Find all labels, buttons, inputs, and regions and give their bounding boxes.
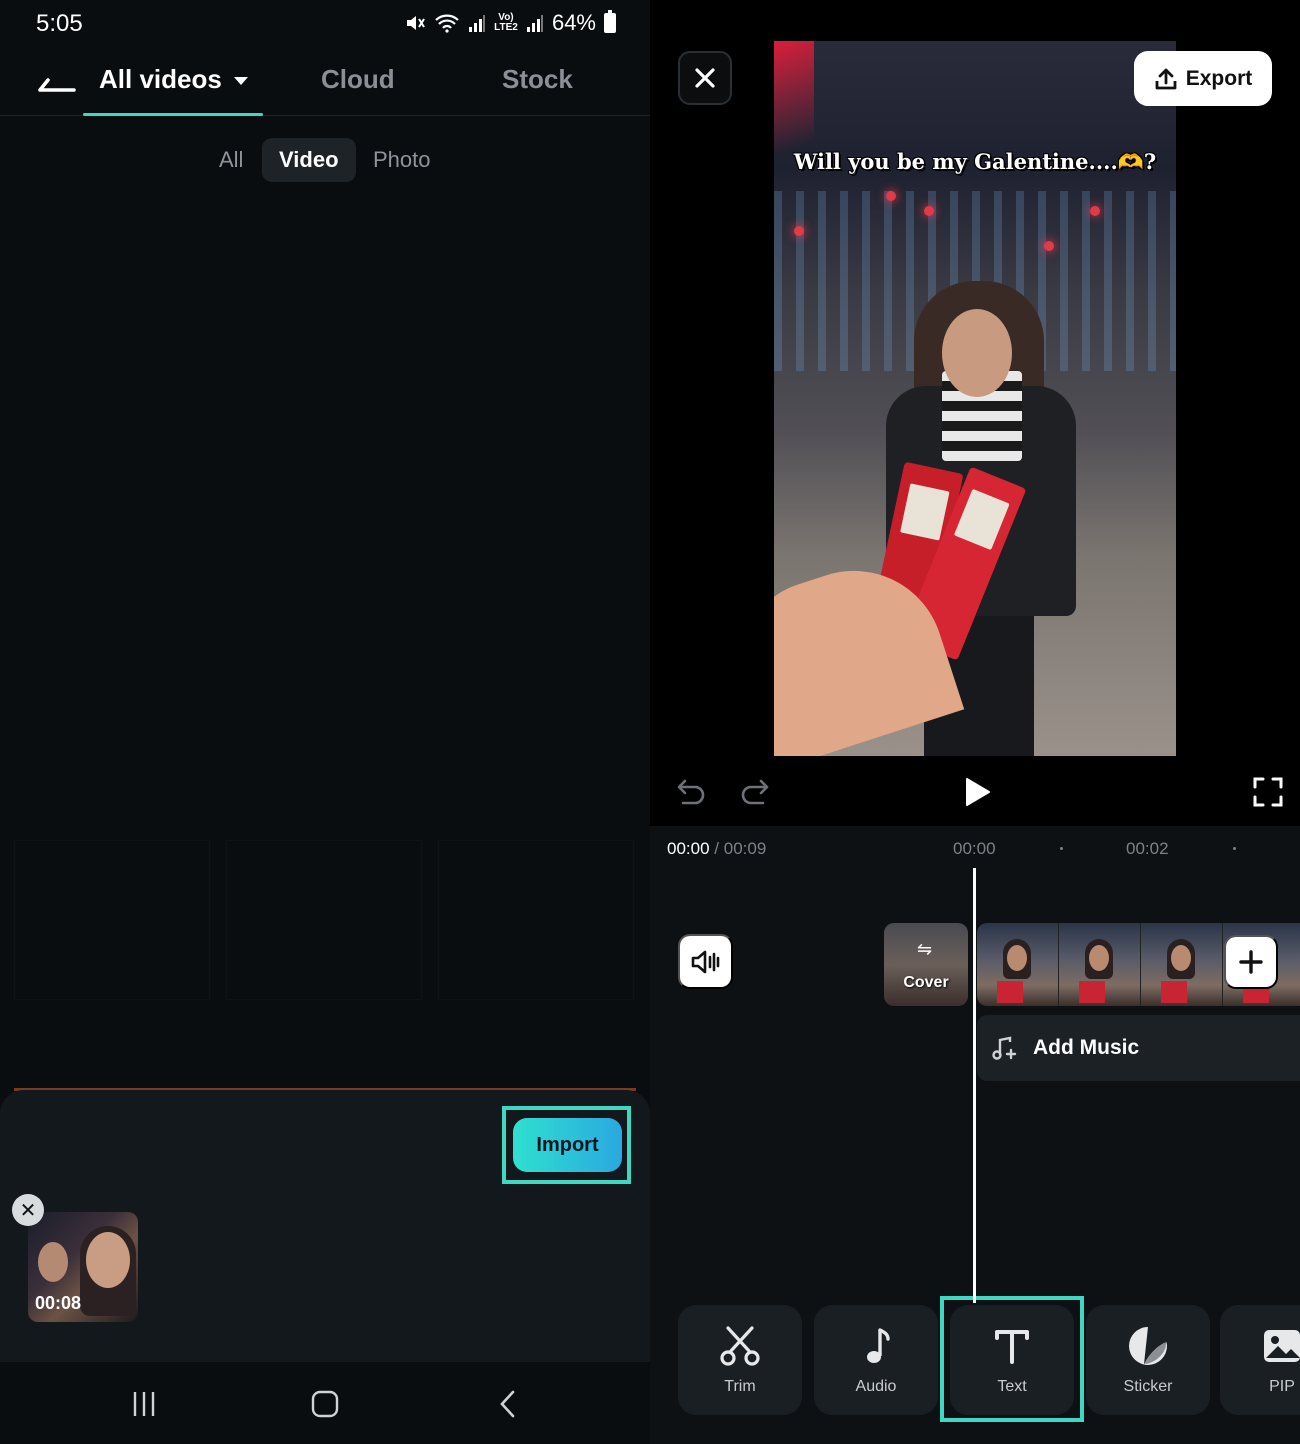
close-icon bbox=[695, 68, 715, 88]
export-label: Export bbox=[1185, 66, 1253, 90]
ruler-label: 00:00 bbox=[953, 839, 996, 858]
export-button[interactable]: Export bbox=[1134, 51, 1272, 106]
play-icon[interactable] bbox=[954, 770, 998, 814]
tool-pip[interactable]: PIP bbox=[1220, 1305, 1300, 1415]
import-button[interactable]: Import bbox=[513, 1118, 622, 1172]
library-tabs: All videos Cloud Stock bbox=[0, 50, 650, 116]
lte-icon: Vo) LTE2 bbox=[494, 12, 518, 33]
tool-audio[interactable]: Audio bbox=[814, 1305, 938, 1415]
music-note-icon bbox=[854, 1324, 898, 1368]
ruler-label: 00:02 bbox=[1126, 839, 1169, 858]
status-time: 5:05 bbox=[36, 10, 83, 37]
signal-icon bbox=[468, 13, 486, 33]
system-back-icon[interactable] bbox=[488, 1384, 528, 1424]
text-tool-highlight-box bbox=[940, 1296, 1084, 1422]
active-tab-indicator bbox=[83, 113, 263, 116]
preview-image-shape bbox=[886, 191, 896, 201]
music-add-icon bbox=[992, 1036, 1017, 1060]
clip-frame bbox=[977, 923, 1059, 1006]
tool-trim[interactable]: Trim bbox=[678, 1305, 802, 1415]
tab-all-videos-label: All videos bbox=[99, 64, 222, 94]
ruler-tick bbox=[1233, 847, 1236, 850]
cover-button[interactable]: ⇋ Cover bbox=[884, 923, 968, 1006]
wifi-icon bbox=[434, 12, 460, 34]
tab-all-videos[interactable]: All videos bbox=[99, 64, 249, 95]
timeline[interactable]: 00:00 / 00:09 00:00 00:02 ⇋ Cover Add Mu… bbox=[650, 826, 1300, 1303]
sticker-icon bbox=[1126, 1324, 1170, 1368]
fullscreen-icon[interactable] bbox=[1246, 770, 1290, 814]
battery-percent: 64% bbox=[551, 10, 596, 35]
recent-apps-icon[interactable] bbox=[124, 1384, 164, 1424]
tool-label: Sticker bbox=[1123, 1378, 1173, 1395]
current-time: 00:00 bbox=[667, 839, 710, 858]
preview-image-shape bbox=[1090, 206, 1100, 216]
editor-toolbar: Trim Audio Text Sticker PIP bbox=[650, 1296, 1300, 1444]
media-type-filter: All Video Photo bbox=[0, 136, 650, 184]
tool-sticker[interactable]: Sticker bbox=[1086, 1305, 1210, 1415]
undo-icon[interactable] bbox=[668, 770, 712, 814]
battery-icon bbox=[604, 10, 616, 33]
scissors-icon bbox=[718, 1324, 762, 1368]
upload-icon bbox=[1155, 68, 1177, 89]
media-grid-cell[interactable] bbox=[226, 840, 422, 1000]
speaker-icon bbox=[691, 950, 719, 973]
preview-image-shape bbox=[794, 226, 804, 236]
dropdown-caret-icon bbox=[234, 77, 249, 86]
pip-icon bbox=[1260, 1324, 1300, 1368]
total-duration: 00:09 bbox=[723, 839, 767, 858]
thumbnail-duration: 00:08 bbox=[35, 1293, 82, 1313]
tool-label: Trim bbox=[724, 1378, 756, 1395]
remove-selection-icon[interactable]: ✕ bbox=[12, 1194, 44, 1226]
filter-photo[interactable]: Photo bbox=[356, 138, 448, 182]
media-grid-cell[interactable] bbox=[14, 840, 210, 1000]
status-icons: Vo) LTE2 64% bbox=[404, 10, 616, 36]
add-music-button[interactable]: Add Music bbox=[977, 1015, 1300, 1081]
mute-clip-audio-button[interactable] bbox=[678, 934, 733, 989]
swap-icon: ⇋ bbox=[917, 939, 933, 959]
media-library-screen: 5:05 Vo) LTE2 64% All videos Cloud Stock… bbox=[0, 0, 650, 1444]
system-navigation-bar bbox=[0, 1362, 650, 1444]
back-arrow-icon[interactable] bbox=[36, 66, 76, 96]
playhead[interactable] bbox=[973, 868, 976, 1303]
preview-image-shape bbox=[1044, 241, 1054, 251]
cover-label: Cover bbox=[903, 974, 949, 991]
redo-icon[interactable] bbox=[734, 770, 778, 814]
filter-video[interactable]: Video bbox=[262, 138, 356, 182]
selected-video-thumbnail[interactable]: 00:08 bbox=[28, 1212, 138, 1322]
thumbnail-image-shape bbox=[86, 1232, 130, 1288]
filter-all[interactable]: All bbox=[202, 138, 260, 182]
tab-stock[interactable]: Stock bbox=[502, 64, 573, 95]
video-text-overlay[interactable]: Will you be my Galentine....🫶? bbox=[774, 149, 1176, 175]
playback-controls bbox=[650, 756, 1300, 826]
video-preview[interactable]: Will you be my Galentine....🫶? bbox=[774, 41, 1176, 756]
video-editor-screen: Will you be my Galentine....🫶? Export 00… bbox=[650, 0, 1300, 1444]
add-music-label: Add Music bbox=[1033, 1036, 1140, 1059]
mute-icon bbox=[404, 12, 426, 34]
thumbnail-image-shape bbox=[38, 1242, 68, 1282]
preview-image-shape bbox=[942, 309, 1012, 397]
clip-frame bbox=[1141, 923, 1223, 1006]
time-display: 00:00 / 00:09 bbox=[667, 839, 766, 859]
tool-label: Audio bbox=[855, 1378, 897, 1395]
clip-frame bbox=[1059, 923, 1141, 1006]
ruler-tick bbox=[1060, 847, 1063, 850]
preview-image-shape bbox=[924, 206, 934, 216]
tab-cloud[interactable]: Cloud bbox=[321, 64, 395, 95]
tool-label: PIP bbox=[1269, 1378, 1295, 1395]
time-separator: / bbox=[714, 839, 720, 858]
plus-icon bbox=[1239, 950, 1263, 974]
add-clip-button[interactable] bbox=[1224, 935, 1278, 989]
media-grid-cell[interactable] bbox=[438, 840, 634, 1000]
media-grid bbox=[14, 200, 636, 1090]
signal-icon-2 bbox=[526, 13, 544, 33]
home-icon[interactable] bbox=[305, 1384, 345, 1424]
selection-tray: Import ✕ 00:08 bbox=[0, 1090, 650, 1362]
status-bar: 5:05 Vo) LTE2 64% bbox=[0, 0, 650, 50]
close-button[interactable] bbox=[678, 51, 732, 105]
